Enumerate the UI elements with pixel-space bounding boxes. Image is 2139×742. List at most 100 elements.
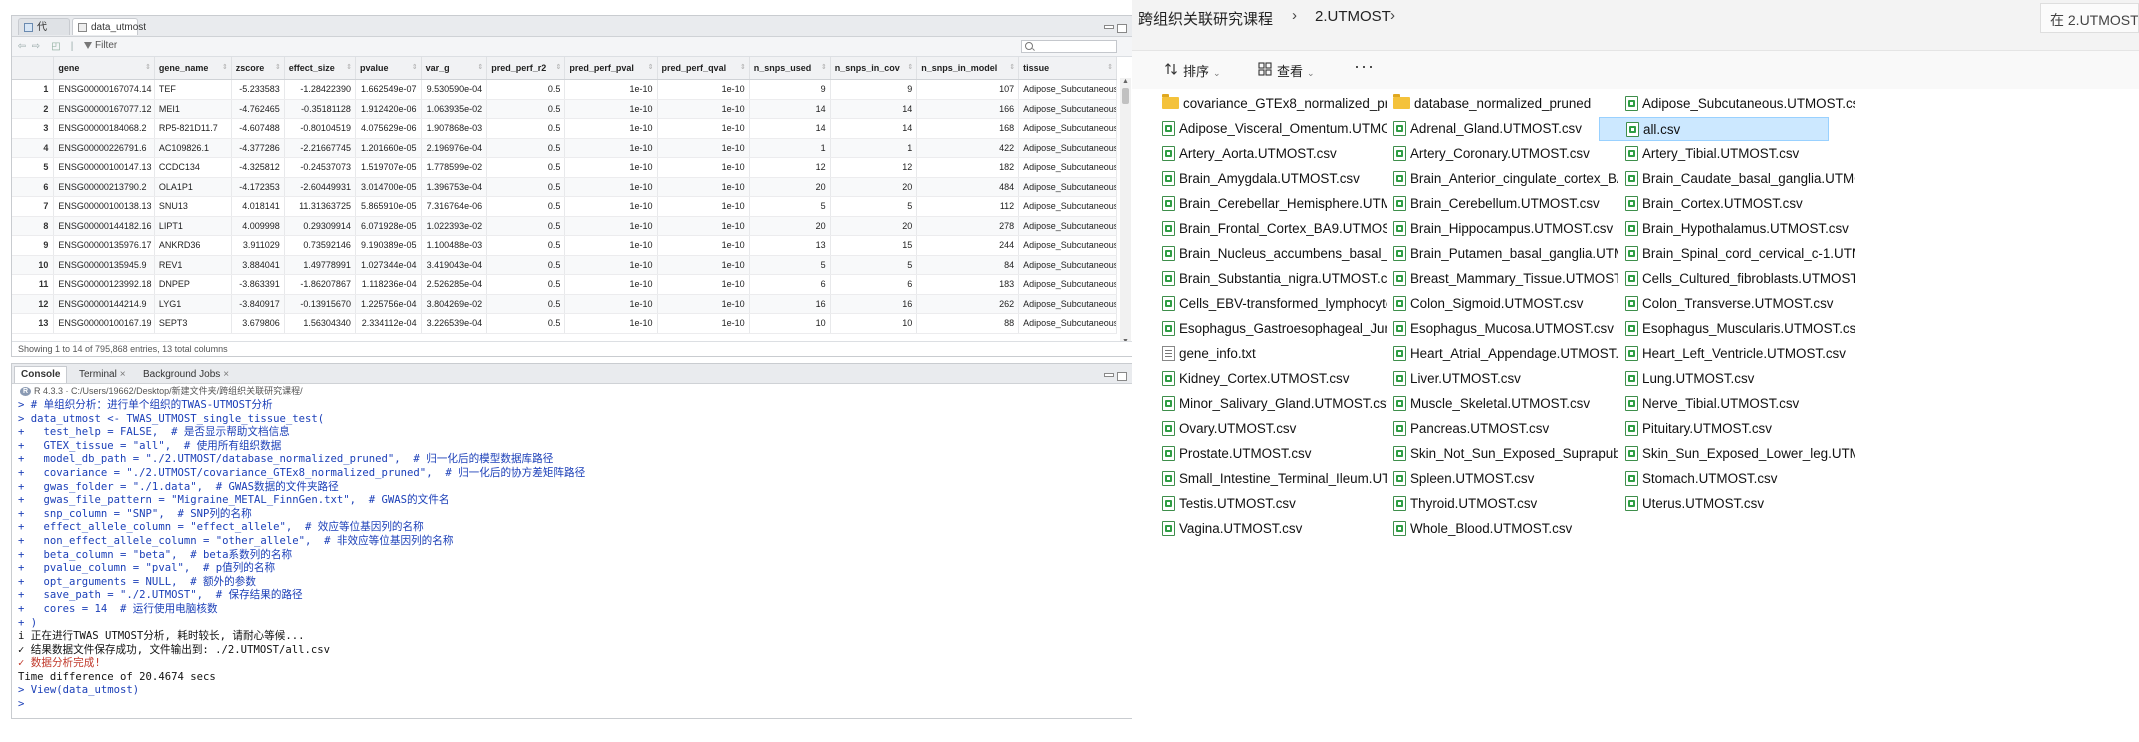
- file-item[interactable]: Brain_Nucleus_accumbens_basal_ganglia...…: [1159, 242, 1387, 266]
- table-row[interactable]: 10 ENSG00000135945.9 REV1 3.884041 1.4977899…: [12, 255, 1117, 275]
- sort-arrows-icon[interactable]: ⇕: [740, 63, 746, 71]
- file-item[interactable]: Kidney_Cortex.UTMOST.csv: [1159, 367, 1387, 391]
- file-item[interactable]: Small_Intestine_Terminal_Ileum.UTMOST.cs…: [1159, 467, 1387, 491]
- column-header-gene-name[interactable]: gene_name ⇕: [154, 57, 232, 80]
- breadcrumb-chevron-icon[interactable]: ›: [1292, 7, 1297, 24]
- file-item[interactable]: Artery_Aorta.UTMOST.csv: [1159, 142, 1387, 166]
- file-item[interactable]: Breast_Mammary_Tissue.UTMOST.csv: [1390, 267, 1618, 291]
- file-item[interactable]: Lung.UTMOST.csv: [1622, 367, 1855, 391]
- file-item[interactable]: Cells_EBV-transformed_lymphocytes.UTM...: [1159, 292, 1387, 316]
- column-header-pvalue[interactable]: pvalue ⇕: [355, 57, 422, 80]
- file-item[interactable]: Brain_Putamen_basal_ganglia.UTMOST.csv: [1390, 242, 1618, 266]
- file-item[interactable]: Skin_Sun_Exposed_Lower_leg.UTMOST.csv: [1622, 442, 1855, 466]
- file-item[interactable]: gene_info.txt: [1159, 342, 1387, 366]
- column-header-n-snps-in-model[interactable]: n_snps_in_model ⇕: [916, 57, 1020, 80]
- table-row[interactable]: 11 ENSG00000123992.18 DNPEP -3.863391 -1.862…: [12, 274, 1117, 295]
- column-header-n-snps-used[interactable]: n_snps_used ⇕: [749, 57, 831, 80]
- scrollbar-thumb[interactable]: [1122, 88, 1129, 104]
- file-item[interactable]: Brain_Cortex.UTMOST.csv: [1622, 192, 1855, 216]
- sort-arrows-icon[interactable]: ⇕: [821, 63, 827, 71]
- file-item[interactable]: Testis.UTMOST.csv: [1159, 492, 1387, 516]
- file-item[interactable]: Brain_Caudate_basal_ganglia.UTMOST.csv: [1622, 167, 1855, 191]
- file-item[interactable]: covariance_GTEx8_normalized_pruned: [1159, 92, 1387, 116]
- table-row[interactable]: 9 ENSG00000135976.17 ANKRD36 3.911029 0.7359…: [12, 235, 1117, 256]
- file-item[interactable]: Brain_Substantia_nigra.UTMOST.csv: [1159, 267, 1387, 291]
- table-row[interactable]: 12 ENSG00000144214.9 LYG1 -3.840917 -0.13915…: [12, 294, 1117, 314]
- file-item[interactable]: database_normalized_pruned: [1390, 92, 1618, 116]
- file-item[interactable]: Brain_Anterior_cingulate_cortex_BA24.UT.…: [1390, 167, 1618, 191]
- sort-button[interactable]: 排序 ⌄: [1183, 61, 1221, 80]
- tab-code-r[interactable]: 代码.R ×: [18, 18, 70, 67]
- sort-arrows-icon[interactable]: ⇕: [222, 63, 228, 71]
- file-item[interactable]: Heart_Left_Ventricle.UTMOST.csv: [1622, 342, 1855, 366]
- column-header-index[interactable]: [12, 57, 55, 80]
- sort-arrows-icon[interactable]: ⇕: [1009, 63, 1015, 71]
- file-item[interactable]: Esophagus_Mucosa.UTMOST.csv: [1390, 317, 1618, 341]
- file-item[interactable]: Brain_Cerebellum.UTMOST.csv: [1390, 192, 1618, 216]
- sort-arrows-icon[interactable]: ⇕: [412, 63, 418, 71]
- file-item[interactable]: Adrenal_Gland.UTMOST.csv: [1390, 117, 1618, 141]
- column-header-gene[interactable]: gene ⇕: [53, 57, 155, 80]
- file-item[interactable]: Esophagus_Muscularis.UTMOST.csv: [1622, 317, 1855, 341]
- close-icon[interactable]: ×: [223, 369, 229, 380]
- tab-terminal[interactable]: Terminal ×: [72, 366, 133, 383]
- table-row[interactable]: 8 ENSG00000144182.16 LIPT1 4.009998 0.293099…: [12, 216, 1117, 236]
- minimize-icon[interactable]: [1104, 373, 1114, 377]
- minimize-icon[interactable]: [1104, 25, 1114, 29]
- scroll-up-arrow-icon[interactable]: ▲: [1122, 78, 1129, 85]
- breadcrumb-parent[interactable]: 跨组织关联研究课程: [1138, 8, 1273, 29]
- file-item[interactable]: Artery_Tibial.UTMOST.csv: [1622, 142, 1855, 166]
- file-item[interactable]: Cells_Cultured_fibroblasts.UTMOST.csv: [1622, 267, 1855, 291]
- sort-arrows-icon[interactable]: ⇕: [145, 63, 151, 71]
- file-item[interactable]: Thyroid.UTMOST.csv: [1390, 492, 1618, 516]
- file-item[interactable]: Adipose_Visceral_Omentum.UTMOST.csv: [1159, 117, 1387, 141]
- file-item[interactable]: Brain_Hippocampus.UTMOST.csv: [1390, 217, 1618, 241]
- file-item[interactable]: Brain_Hypothalamus.UTMOST.csv: [1622, 217, 1855, 241]
- address-bar[interactable]: 跨组织关联研究课程 › 2.UTMOST › 在 2.UTMOST 中搜索: [1132, 0, 2139, 36]
- file-item[interactable]: Heart_Atrial_Appendage.UTMOST.csv: [1390, 342, 1618, 366]
- file-item[interactable]: Brain_Spinal_cord_cervical_c-1.UTMOST.cs…: [1622, 242, 1855, 266]
- sort-arrows-icon[interactable]: ⇕: [275, 63, 281, 71]
- sort-arrows-icon[interactable]: ⇕: [556, 63, 562, 71]
- tab-background-jobs[interactable]: Background Jobs ×: [136, 366, 236, 383]
- file-item[interactable]: Adipose_Subcutaneous.UTMOST.csv: [1622, 92, 1855, 116]
- file-item[interactable]: Nerve_Tibial.UTMOST.csv: [1622, 392, 1855, 416]
- breadcrumb-chevron-icon[interactable]: ›: [1390, 7, 1395, 24]
- sort-arrows-icon[interactable]: ⇕: [907, 63, 913, 71]
- tab-console[interactable]: Console: [14, 366, 68, 383]
- file-item[interactable]: Whole_Blood.UTMOST.csv: [1390, 517, 1618, 541]
- table-vertical-scrollbar[interactable]: ▲ ▼: [1120, 78, 1131, 345]
- file-item[interactable]: all.csv: [1599, 117, 1829, 141]
- column-header-pred-perf-r2[interactable]: pred_perf_r2 ⇕: [486, 57, 566, 80]
- file-item[interactable]: Pancreas.UTMOST.csv: [1390, 417, 1618, 441]
- tab-data-utmost[interactable]: data_utmost ×: [72, 18, 146, 50]
- file-item[interactable]: Colon_Transverse.UTMOST.csv: [1622, 292, 1855, 316]
- maximize-icon[interactable]: [1117, 372, 1127, 381]
- column-header-effect-size[interactable]: effect_size ⇕: [284, 57, 356, 80]
- folder-search-input[interactable]: 在 2.UTMOST 中搜索: [2040, 3, 2139, 33]
- breadcrumb-current[interactable]: 2.UTMOST: [1315, 8, 1391, 25]
- popout-icon[interactable]: ◰: [50, 41, 62, 52]
- column-header-var-g[interactable]: var_g ⇕: [421, 57, 488, 80]
- sort-arrows-icon[interactable]: ⇕: [1107, 63, 1113, 71]
- table-row[interactable]: 1 ENSG00000167074.14 TEF -5.233583 -1.284223…: [12, 79, 1117, 100]
- file-item[interactable]: Brain_Amygdala.UTMOST.csv: [1159, 167, 1387, 191]
- forward-arrow-icon[interactable]: ⇨: [30, 41, 42, 52]
- file-item[interactable]: Prostate.UTMOST.csv: [1159, 442, 1387, 466]
- view-button[interactable]: 查看 ⌄: [1277, 61, 1315, 80]
- file-item[interactable]: Brain_Frontal_Cortex_BA9.UTMOST.csv: [1159, 217, 1387, 241]
- file-item[interactable]: Liver.UTMOST.csv: [1390, 367, 1618, 391]
- table-row[interactable]: 4 ENSG00000226791.6 AC109826.1 -4.377286 -2.…: [12, 138, 1117, 158]
- column-header-n-snps-in-cov[interactable]: n_snps_in_cov ⇕: [830, 57, 918, 80]
- maximize-icon[interactable]: [1117, 24, 1127, 33]
- file-item[interactable]: Uterus.UTMOST.csv: [1622, 492, 1855, 516]
- column-header-zscore[interactable]: zscore ⇕: [231, 57, 285, 80]
- file-item[interactable]: Artery_Coronary.UTMOST.csv: [1390, 142, 1618, 166]
- table-row[interactable]: 3 ENSG00000184068.2 RP5-821D11.7 -4.607488-…: [12, 118, 1117, 139]
- sort-arrows-icon[interactable]: ⇕: [346, 63, 352, 71]
- file-item[interactable]: Muscle_Skeletal.UTMOST.csv: [1390, 392, 1618, 416]
- file-item[interactable]: Stomach.UTMOST.csv: [1622, 467, 1855, 491]
- back-arrow-icon[interactable]: ⇦: [16, 41, 28, 52]
- table-row[interactable]: 13 ENSG00000100167.19 SEPT3 3.679806 1.56304…: [12, 313, 1117, 334]
- filter-button[interactable]: Filter: [84, 40, 117, 51]
